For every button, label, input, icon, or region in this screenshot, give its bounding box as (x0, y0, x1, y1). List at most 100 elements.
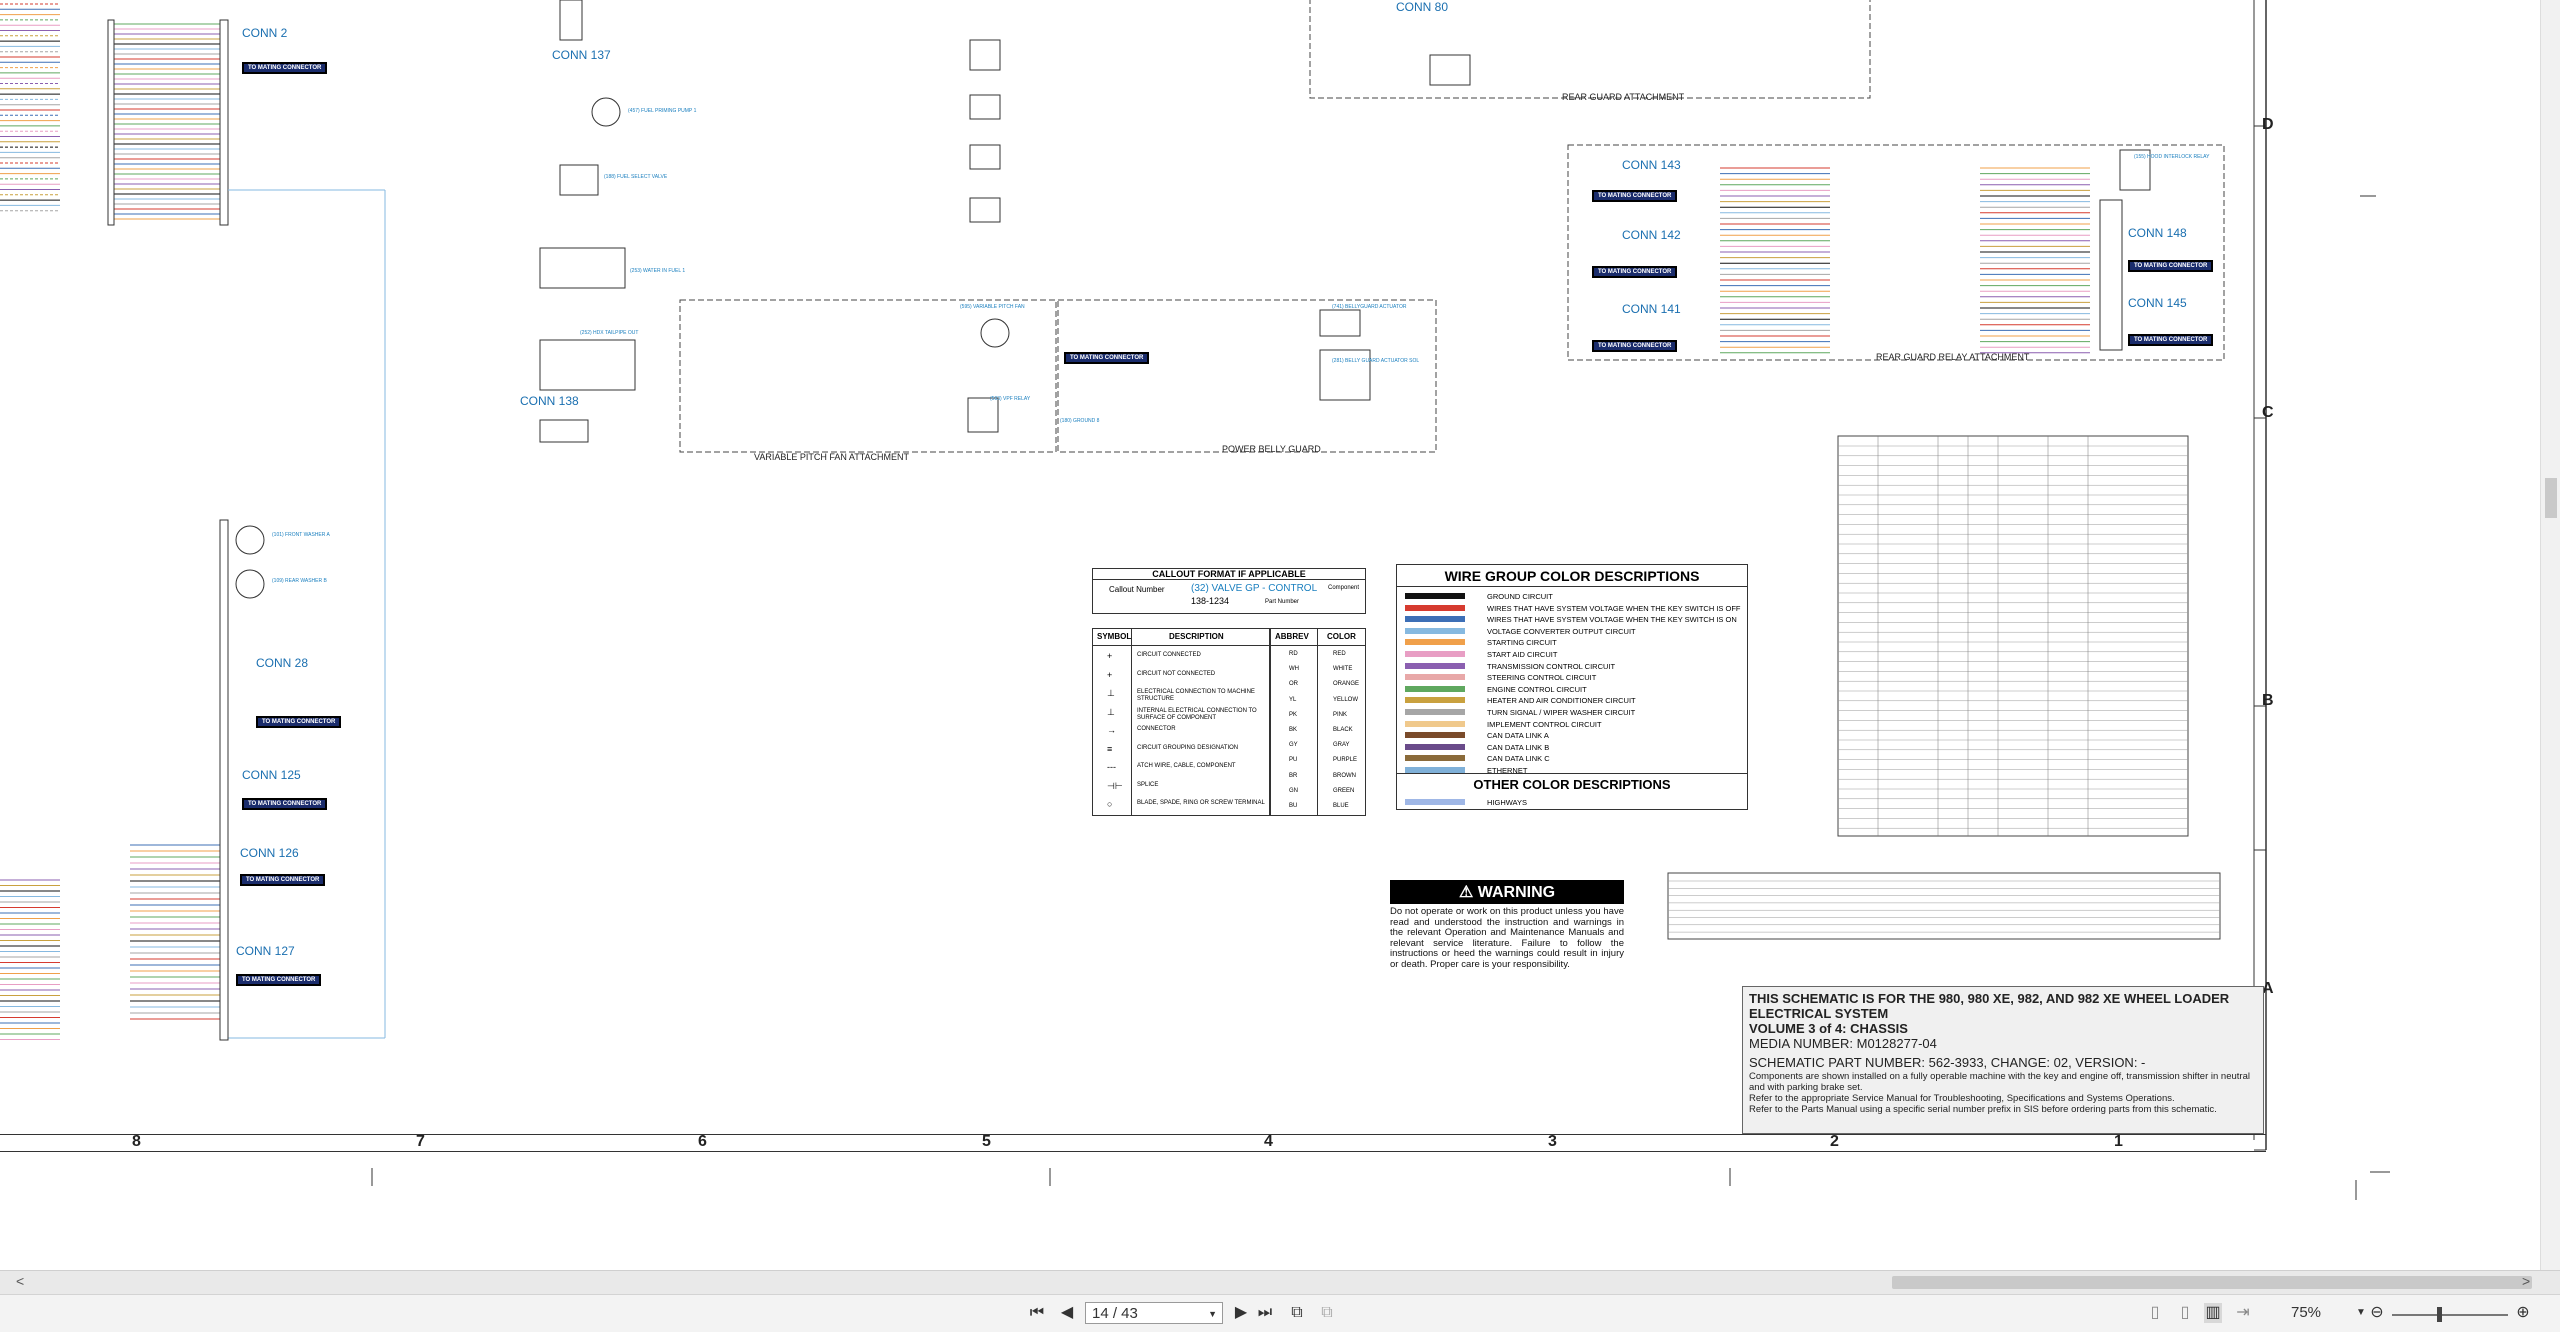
wire-color-row: TRANSMISSION CONTROL CIRCUIT (1397, 661, 1747, 672)
facing-pages-icon: ▥ (2205, 1304, 2221, 1321)
wire-color-label: CAN DATA LINK C (1487, 754, 1550, 764)
abbrev-code: OR (1289, 681, 1298, 688)
first-page-icon: ⏮ (1029, 1304, 1045, 1321)
wire-color-label: WIRES THAT HAVE SYSTEM VOLTAGE WHEN THE … (1487, 615, 1737, 625)
title-block: THIS SCHEMATIC IS FOR THE 980, 980 XE, 9… (1742, 986, 2264, 1134)
continuous-view-button[interactable]: ▯ (2176, 1303, 2194, 1323)
wire-color-swatch (1405, 743, 1465, 750)
facing-view-button[interactable]: ▥ (2204, 1303, 2222, 1323)
rear-guard-attachment-label: REAR GUARD ATTACHMENT (1562, 92, 1685, 102)
document-viewport[interactable]: CONN 2 TO MATING CONNECTOR CONN 137 CONN… (0, 0, 2560, 1270)
other-color-label: HIGHWAYS (1487, 798, 1528, 807)
wire-color-swatch (1405, 674, 1465, 681)
wire-color-row: IMPLEMENT CONTROL CIRCUIT (1397, 719, 1747, 730)
color-header: COLOR (1327, 632, 1356, 641)
wire-color-label: HEATER AND AIR CONDITIONER CIRCUIT (1487, 696, 1636, 706)
wire-group-color-table: WIRE GROUP COLOR DESCRIPTIONS GROUND CIR… (1396, 564, 1748, 810)
scroll-right-arrow[interactable]: > (2522, 1273, 2530, 1289)
wire-color-label: START AID CIRCUIT (1487, 650, 1558, 659)
callout-example-part: 138-1234 (1191, 596, 1230, 606)
media-number: MEDIA NUMBER: M0128277-04 (1749, 1036, 1937, 1051)
conn-145-label: CONN 145 (2128, 296, 2187, 310)
abbrev-code: BU (1289, 803, 1298, 809)
conn-141-label: CONN 141 (1622, 302, 1681, 316)
conn-138-label: CONN 138 (520, 394, 579, 408)
zoom-in-button[interactable]: ⊕ (2514, 1303, 2532, 1323)
zone-3: 3 (1548, 1133, 1557, 1150)
callout-format-box: CALLOUT FORMAT IF APPLICABLE Callout Num… (1092, 568, 1366, 614)
zoom-slider-track[interactable] (2392, 1314, 2508, 1316)
vertical-scrollbar[interactable] (2540, 0, 2560, 1270)
single-page-view-button[interactable]: ▯ (2146, 1303, 2164, 1323)
page-number-input[interactable]: 14 / 43 ▼ (1085, 1302, 1223, 1324)
previous-page-button[interactable]: ◀ (1058, 1303, 1076, 1323)
wire-color-row: GROUND CIRCUIT (1397, 591, 1747, 602)
scroll-left-arrow[interactable]: < (16, 1273, 24, 1289)
zoom-out-button[interactable]: ⊖ (2368, 1303, 2386, 1323)
wire-color-swatch (1405, 720, 1465, 727)
page-layout-button[interactable]: ⧉ (1288, 1303, 1306, 1323)
power-belly-guard-label: POWER BELLY GUARD (1222, 444, 1321, 454)
wire-color-label: ENGINE CONTROL CIRCUIT (1487, 684, 1587, 694)
plus-icon: ⊕ (2516, 1304, 2530, 1321)
conn-142-label: CONN 142 (1622, 228, 1681, 242)
callout-component-label: Component (1328, 585, 1360, 591)
single-page-icon: ▯ (2150, 1304, 2160, 1321)
vertical-scroll-thumb[interactable] (2545, 478, 2557, 518)
horizontal-scrollbar[interactable]: < > (0, 1270, 2560, 1295)
zoom-level[interactable]: 75% (2291, 1304, 2321, 1321)
title-line-3: VOLUME 3 of 4: CHASSIS (1749, 1021, 1908, 1036)
mating-connector-badge: TO MATING CONNECTOR (1592, 340, 1678, 352)
next-page-button[interactable]: ▶ (1232, 1303, 1250, 1323)
conn-126-label: CONN 126 (240, 846, 299, 860)
mating-connector-badge: TO MATING CONNECTOR (242, 798, 328, 810)
symbol-glyph: ⊥ (1107, 688, 1115, 698)
wire-color-swatch (1405, 732, 1465, 739)
thumbnail-button[interactable]: ⧉ (1318, 1303, 1336, 1323)
zone-letter-c: C (2262, 404, 2274, 421)
chevron-down-icon: ▼ (1208, 1309, 1217, 1319)
last-page-icon: ⏭ (1257, 1304, 1273, 1321)
zoom-slider-handle[interactable] (2437, 1307, 2442, 1322)
fit-width-button[interactable]: ⇥ (2234, 1303, 2252, 1323)
abbrev-code: GN (1289, 787, 1298, 794)
symbol-description: ELECTRICAL CONNECTION TO MACHINE STRUCTU… (1137, 689, 1255, 702)
abbrev-color-name: GRAY (1333, 742, 1350, 749)
abbrev-color-name: PURPLE (1333, 757, 1358, 764)
abbrev-color-name: GREEN (1333, 787, 1355, 794)
wire-color-swatch (1405, 604, 1465, 611)
wire-color-row: TURN SIGNAL / WIPER WASHER CIRCUIT (1397, 707, 1747, 718)
conn-148-label: CONN 148 (2128, 226, 2187, 240)
variable-pitch-fan-attachment-label: VARIABLE PITCH FAN ATTACHMENT (754, 452, 910, 462)
wire-color-row: START AID CIRCUIT (1397, 649, 1747, 660)
next-page-icon: ▶ (1234, 1304, 1248, 1321)
first-page-button[interactable]: ⏮ (1028, 1303, 1046, 1323)
zone-number-bar (0, 1134, 2266, 1152)
wire-color-row: CAN DATA LINK A (1397, 730, 1747, 741)
abbrev-code: YL (1289, 696, 1297, 703)
wire-color-row: STEERING CONTROL CIRCUIT (1397, 672, 1747, 683)
last-page-button[interactable]: ⏭ (1256, 1303, 1274, 1323)
wire-color-label: CAN DATA LINK B (1487, 742, 1550, 752)
callout-number-label: Callout Number (1109, 585, 1165, 594)
abbrev-color-name: BROWN (1333, 772, 1356, 779)
fuel-priming-pump-label: (457) FUEL PRIMING PUMP 1 (628, 108, 697, 114)
conn-80-label: CONN 80 (1396, 0, 1449, 14)
symbol-glyph: ⊥ (1107, 706, 1115, 717)
symbol-description: CIRCUIT CONNECTED (1137, 652, 1201, 658)
wire-color-label: TRANSMISSION CONTROL CIRCUIT (1487, 661, 1616, 671)
var-pitch-fan-label: (595) VARIABLE PITCH FAN (960, 304, 1025, 310)
title-note-2: Refer to the appropriate Service Manual … (1749, 1093, 2175, 1104)
ground-label: (180) GROUND 8 (1060, 418, 1100, 424)
mating-connector-badge: TO MATING CONNECTOR (1064, 352, 1150, 364)
conn-143-label: CONN 143 (1622, 158, 1681, 172)
horizontal-scroll-thumb[interactable] (1892, 1276, 2532, 1289)
hdx-tailpipe-label: (252) HDX TAILPIPE OUT (580, 330, 639, 336)
wire-color-row: STARTING CIRCUIT (1397, 637, 1747, 648)
wire-group-title: WIRE GROUP COLOR DESCRIPTIONS (1397, 565, 1747, 587)
wire-color-label: STEERING CONTROL CIRCUIT (1487, 673, 1597, 683)
other-color-swatch (1405, 799, 1465, 805)
wire-color-swatch (1405, 627, 1465, 634)
vpf-relay-label: (593) VPF RELAY (990, 396, 1031, 402)
abbrev-code: WH (1289, 666, 1299, 673)
